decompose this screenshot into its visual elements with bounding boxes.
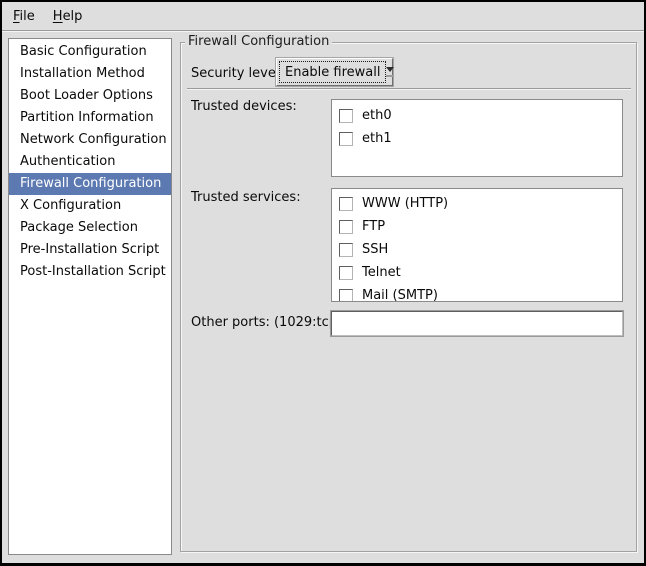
device-label: eth1 bbox=[362, 131, 392, 146]
sidebar-item[interactable]: Boot Loader Options bbox=[9, 85, 171, 107]
service-label: Mail (SMTP) bbox=[362, 288, 438, 302]
sidebar-item[interactable]: Pre-Installation Script bbox=[9, 239, 171, 261]
device-row[interactable]: eth1 bbox=[332, 127, 622, 150]
menubar: File Help bbox=[2, 2, 644, 31]
trusted-services-list: WWW (HTTP) FTP SSH Telnet bbox=[331, 188, 623, 302]
service-label: FTP bbox=[362, 219, 385, 234]
firewall-configuration-frame: Firewall Configuration Security level: E… bbox=[180, 42, 637, 552]
trusted-services-label: Trusted services: bbox=[191, 190, 301, 205]
sidebar-section-list: Basic Configuration Installation Method … bbox=[8, 38, 172, 555]
sidebar-item[interactable]: X Configuration bbox=[9, 195, 171, 217]
security-level-value: Enable firewall bbox=[279, 61, 386, 83]
checkbox-icon[interactable] bbox=[339, 220, 353, 234]
checkbox-icon[interactable] bbox=[339, 289, 353, 303]
sidebar-item[interactable]: Package Selection bbox=[9, 217, 171, 239]
menu-file[interactable]: File bbox=[4, 4, 44, 29]
sidebar-item[interactable]: Firewall Configuration bbox=[9, 173, 171, 195]
horizontal-separator bbox=[187, 88, 631, 90]
trusted-devices-label: Trusted devices: bbox=[191, 99, 297, 114]
dropdown-arrow-icon bbox=[386, 61, 394, 83]
service-label: WWW (HTTP) bbox=[362, 196, 448, 211]
sidebar-item[interactable]: Partition Information bbox=[9, 107, 171, 129]
sidebar-item[interactable]: Authentication bbox=[9, 151, 171, 173]
security-level-label: Security level: bbox=[191, 66, 284, 81]
device-row[interactable]: eth0 bbox=[332, 104, 622, 127]
other-ports-label: Other ports: (1029:tcp) bbox=[191, 315, 342, 330]
menu-help[interactable]: Help bbox=[44, 4, 92, 29]
checkbox-icon[interactable] bbox=[339, 266, 353, 280]
service-row[interactable]: Telnet bbox=[332, 261, 622, 284]
sidebar-item[interactable]: Installation Method bbox=[9, 63, 171, 85]
checkbox-icon[interactable] bbox=[339, 243, 353, 257]
device-label: eth0 bbox=[362, 108, 392, 123]
sidebar-item[interactable]: Post-Installation Script bbox=[9, 261, 171, 283]
service-row[interactable]: WWW (HTTP) bbox=[332, 192, 622, 215]
service-label: Telnet bbox=[362, 265, 401, 280]
service-row[interactable]: SSH bbox=[332, 238, 622, 261]
checkbox-icon[interactable] bbox=[339, 109, 353, 123]
service-row[interactable]: Mail (SMTP) bbox=[332, 284, 622, 302]
service-label: SSH bbox=[362, 242, 388, 257]
frame-title: Firewall Configuration bbox=[185, 34, 332, 49]
trusted-devices-list: eth0 eth1 bbox=[331, 99, 623, 177]
sidebar-item[interactable]: Basic Configuration bbox=[9, 41, 171, 63]
service-row[interactable]: FTP bbox=[332, 215, 622, 238]
sidebar-item[interactable]: Network Configuration bbox=[9, 129, 171, 151]
checkbox-icon[interactable] bbox=[339, 197, 353, 211]
security-level-dropdown[interactable]: Enable firewall bbox=[276, 58, 393, 86]
other-ports-input[interactable] bbox=[331, 311, 623, 336]
checkbox-icon[interactable] bbox=[339, 132, 353, 146]
kickstart-configurator-window: File Help Basic Configuration Installati… bbox=[0, 0, 646, 566]
